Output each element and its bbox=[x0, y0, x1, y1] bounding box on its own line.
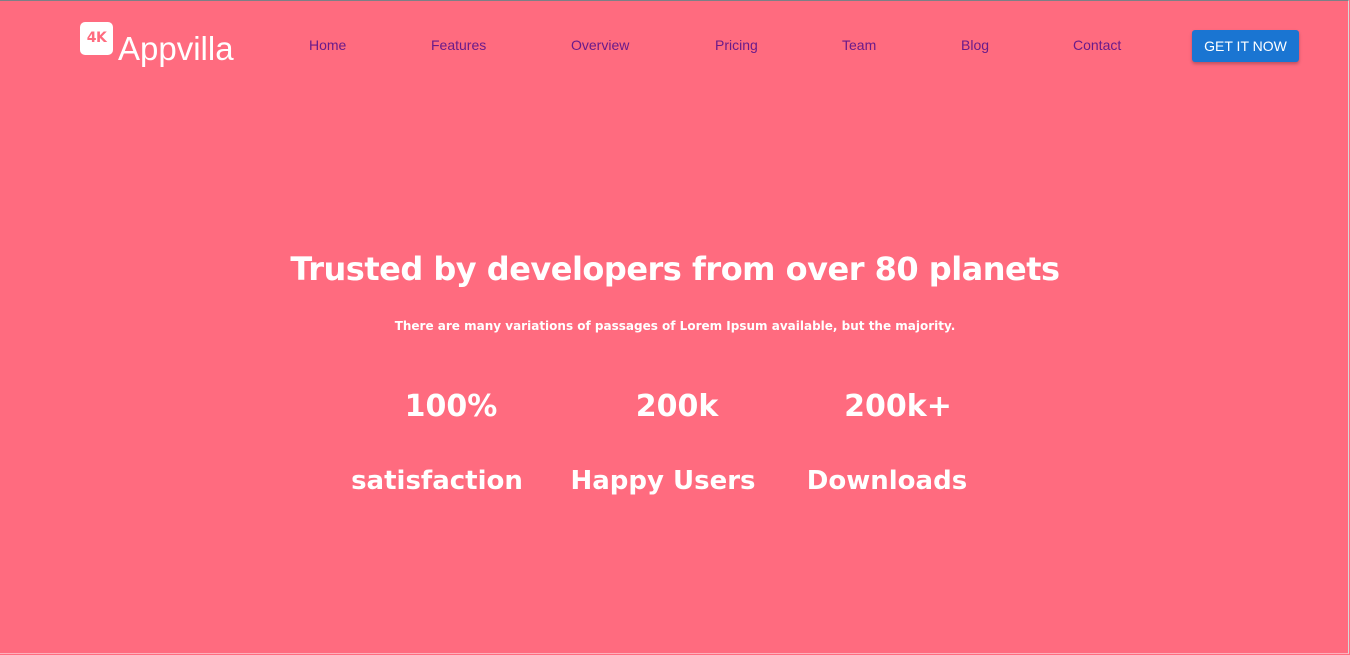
stat-label-downloads: Downloads bbox=[806, 466, 968, 496]
hero-title: Trusted by developers from over 80 plane… bbox=[290, 250, 1060, 288]
nav-link-team[interactable]: Team bbox=[842, 36, 876, 54]
stat-value-satisfaction: 100% bbox=[404, 389, 498, 424]
stat-label-happy-users: Happy Users bbox=[570, 466, 756, 496]
nav-link-contact[interactable]: Contact bbox=[1073, 36, 1121, 54]
main-nav: Home Features Overview Pricing Team Blog… bbox=[0, 36, 1350, 56]
nav-link-features[interactable]: Features bbox=[431, 36, 486, 54]
nav-link-pricing[interactable]: Pricing bbox=[715, 36, 758, 54]
nav-link-home[interactable]: Home bbox=[309, 36, 346, 54]
hero-subtitle: There are many variations of passages of… bbox=[394, 319, 956, 333]
nav-link-blog[interactable]: Blog bbox=[961, 36, 989, 54]
stat-label-satisfaction: satisfaction bbox=[351, 466, 523, 496]
stat-value-happy-users: 200k bbox=[635, 389, 719, 424]
get-it-now-button[interactable]: GET IT NOW bbox=[1192, 30, 1299, 62]
stat-value-downloads: 200k+ bbox=[844, 389, 952, 424]
nav-link-overview[interactable]: Overview bbox=[571, 36, 629, 54]
